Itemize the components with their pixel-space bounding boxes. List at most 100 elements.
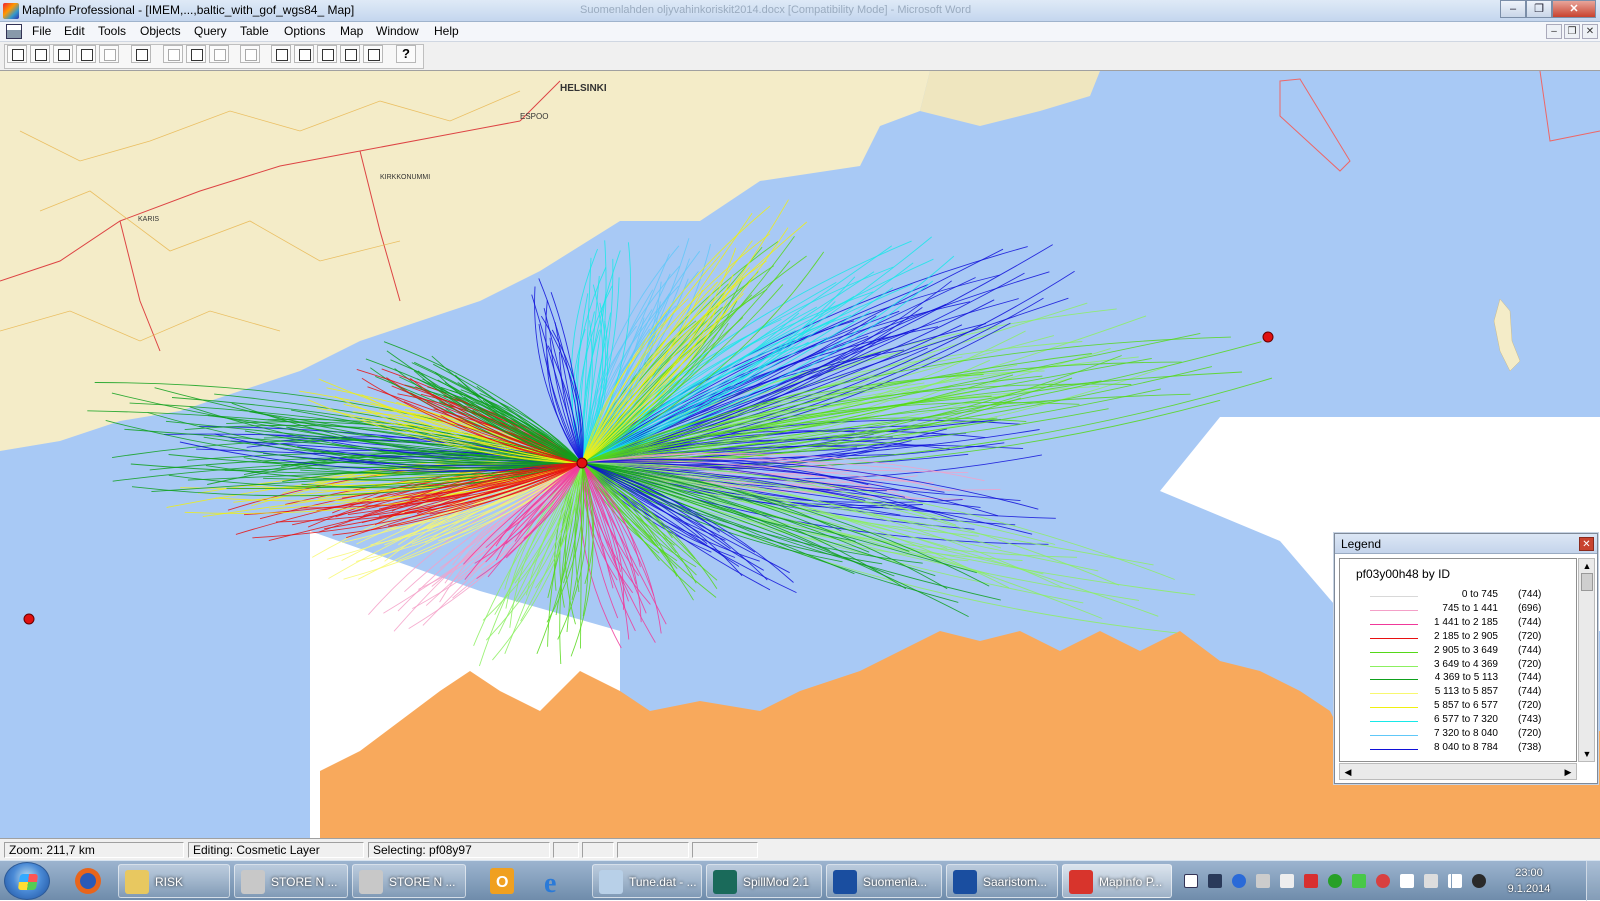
volume-icon[interactable]	[1472, 874, 1486, 888]
new-layout-icon[interactable]	[340, 45, 360, 63]
document-restore-button[interactable]: ❐	[1564, 24, 1580, 39]
town-label-espoo: ESPOO	[520, 112, 548, 121]
legend-range: 1 441 to 2 185	[1434, 616, 1498, 628]
windows-logo-icon	[17, 874, 39, 890]
antivirus-icon[interactable]	[1376, 874, 1390, 888]
legend-window[interactable]: Legend ✕ pf03y00h48 by ID 0 to 745 (744) 7…	[1334, 533, 1598, 784]
open-workspace-icon[interactable]	[53, 45, 73, 63]
drive-icon	[359, 870, 383, 894]
new-mapper-icon[interactable]	[294, 45, 314, 63]
scroll-up-icon[interactable]: ▲	[1581, 560, 1593, 572]
new-grapher-icon[interactable]	[317, 45, 337, 63]
menu-map[interactable]: Map	[338, 24, 365, 38]
message-icon[interactable]	[1280, 874, 1294, 888]
spill-source-marker	[576, 457, 588, 469]
monitor-icon[interactable]	[1208, 874, 1222, 888]
legend-range: 2 185 to 2 905	[1434, 630, 1498, 642]
legend-heading: pf03y00h48 by ID	[1356, 567, 1451, 581]
menu-query[interactable]: Query	[192, 24, 229, 38]
print-icon[interactable]	[131, 45, 151, 63]
taskbar-task-label: STORE N ...	[271, 875, 338, 889]
menu-window[interactable]: Window	[374, 24, 421, 38]
outlook-icon[interactable]: O	[476, 864, 528, 898]
document-window-icon[interactable]	[6, 24, 22, 39]
legend-range: 3 649 to 4 369	[1434, 658, 1498, 670]
menu-options[interactable]: Options	[282, 24, 327, 38]
selecting-status[interactable]: Selecting: pf08y97	[368, 842, 550, 858]
cut-icon[interactable]	[163, 45, 183, 63]
taskbar-task[interactable]: Suomenla...	[826, 864, 942, 898]
open-dbms-icon[interactable]	[76, 45, 96, 63]
map-window[interactable]: HELSINKI ESPOO KIRKKONUMMI KARIS Legend …	[0, 71, 1600, 838]
background-window-title: Suomenlahden oljyvahinkoriskit2014.docx …	[580, 4, 972, 16]
status-cell-empty-1	[553, 842, 579, 858]
nvidia-icon[interactable]	[1352, 874, 1366, 888]
scroll-right-icon[interactable]: ▶	[1562, 766, 1574, 778]
help-pointer-icon[interactable]: ?	[396, 45, 416, 63]
open-icon[interactable]	[30, 45, 50, 63]
menu-help[interactable]: Help	[432, 24, 461, 38]
taskbar-task[interactable]: MapInfo P...	[1062, 864, 1172, 898]
menu-tools[interactable]: Tools	[96, 24, 128, 38]
show-windows-icon[interactable]	[1184, 874, 1198, 888]
mapinfo-icon	[1069, 870, 1093, 894]
mapinfo-app-icon[interactable]	[3, 3, 19, 19]
legend-vertical-scrollbar[interactable]: ▲ ▼	[1578, 558, 1595, 762]
legend-swatch	[1370, 596, 1418, 597]
word-icon	[833, 870, 857, 894]
document-minimize-button[interactable]: –	[1546, 24, 1562, 39]
menu-table[interactable]: Table	[238, 24, 271, 38]
new-icon[interactable]	[7, 45, 27, 63]
copy-icon[interactable]	[186, 45, 206, 63]
legend-row: 4 369 to 5 113 (744)	[1340, 672, 1578, 686]
new-redistrict-icon[interactable]	[363, 45, 383, 63]
folder-icon	[125, 870, 149, 894]
menu-file[interactable]: File	[30, 24, 53, 38]
close-button[interactable]: ✕	[1552, 0, 1596, 18]
paste-icon[interactable]	[209, 45, 229, 63]
legend-row: 0 to 745 (744)	[1340, 589, 1578, 603]
start-button[interactable]	[4, 862, 50, 900]
restore-button[interactable]: ❐	[1526, 0, 1552, 18]
menu-objects[interactable]: Objects	[138, 24, 183, 38]
taskbar-task[interactable]: Tune.dat - ...	[592, 864, 702, 898]
legend-count: (743)	[1518, 714, 1542, 726]
taskbar-task[interactable]: Saaristom...	[946, 864, 1058, 898]
taskbar-task-label: SpillMod 2.1	[743, 875, 810, 889]
safely-remove-icon[interactable]	[1256, 874, 1270, 888]
action-center-flag-icon[interactable]	[1400, 874, 1414, 888]
minimize-button[interactable]: –	[1500, 0, 1526, 18]
clock[interactable]: 23:00 9.1.2014	[1494, 865, 1564, 897]
legend-close-button[interactable]: ✕	[1579, 537, 1594, 551]
security-shield-icon[interactable]	[1304, 874, 1318, 888]
legend-row: 1 441 to 2 185 (744)	[1340, 617, 1578, 631]
power-icon[interactable]	[1424, 874, 1438, 888]
taskbar-task[interactable]: STORE N ...	[352, 864, 466, 898]
sync-icon[interactable]	[1328, 874, 1342, 888]
legend-count: (744)	[1518, 672, 1542, 684]
legend-horizontal-scrollbar[interactable]: ◀ ▶	[1339, 763, 1577, 780]
status-cell-empty-4	[692, 842, 758, 858]
menu-edit[interactable]: Edit	[62, 24, 87, 38]
firefox-icon[interactable]	[62, 864, 114, 898]
scroll-thumb[interactable]	[1581, 573, 1593, 591]
bluetooth-icon[interactable]	[1232, 874, 1246, 888]
network-signal-icon[interactable]	[1448, 874, 1462, 888]
save-icon[interactable]	[99, 45, 119, 63]
zoom-status[interactable]: Zoom: 211,7 km	[4, 842, 184, 858]
scroll-left-icon[interactable]: ◀	[1342, 766, 1354, 778]
undo-icon[interactable]	[240, 45, 260, 63]
document-close-button[interactable]: ✕	[1582, 24, 1598, 39]
taskbar-task[interactable]: SpillMod 2.1	[706, 864, 822, 898]
show-desktop-button[interactable]	[1586, 861, 1600, 901]
document-window-controls: – ❐ ✕	[1546, 24, 1598, 39]
internet-explorer-icon[interactable]: e	[530, 864, 582, 899]
scroll-down-icon[interactable]: ▼	[1581, 748, 1593, 760]
new-browser-icon[interactable]	[271, 45, 291, 63]
editing-status[interactable]: Editing: Cosmetic Layer	[188, 842, 364, 858]
legend-range: 4 369 to 5 113	[1434, 672, 1498, 684]
legend-row: 2 185 to 2 905 (720)	[1340, 631, 1578, 645]
taskbar-task[interactable]: RISK	[118, 864, 230, 898]
legend-range: 6 577 to 7 320	[1434, 714, 1498, 726]
taskbar-task[interactable]: STORE N ...	[234, 864, 348, 898]
